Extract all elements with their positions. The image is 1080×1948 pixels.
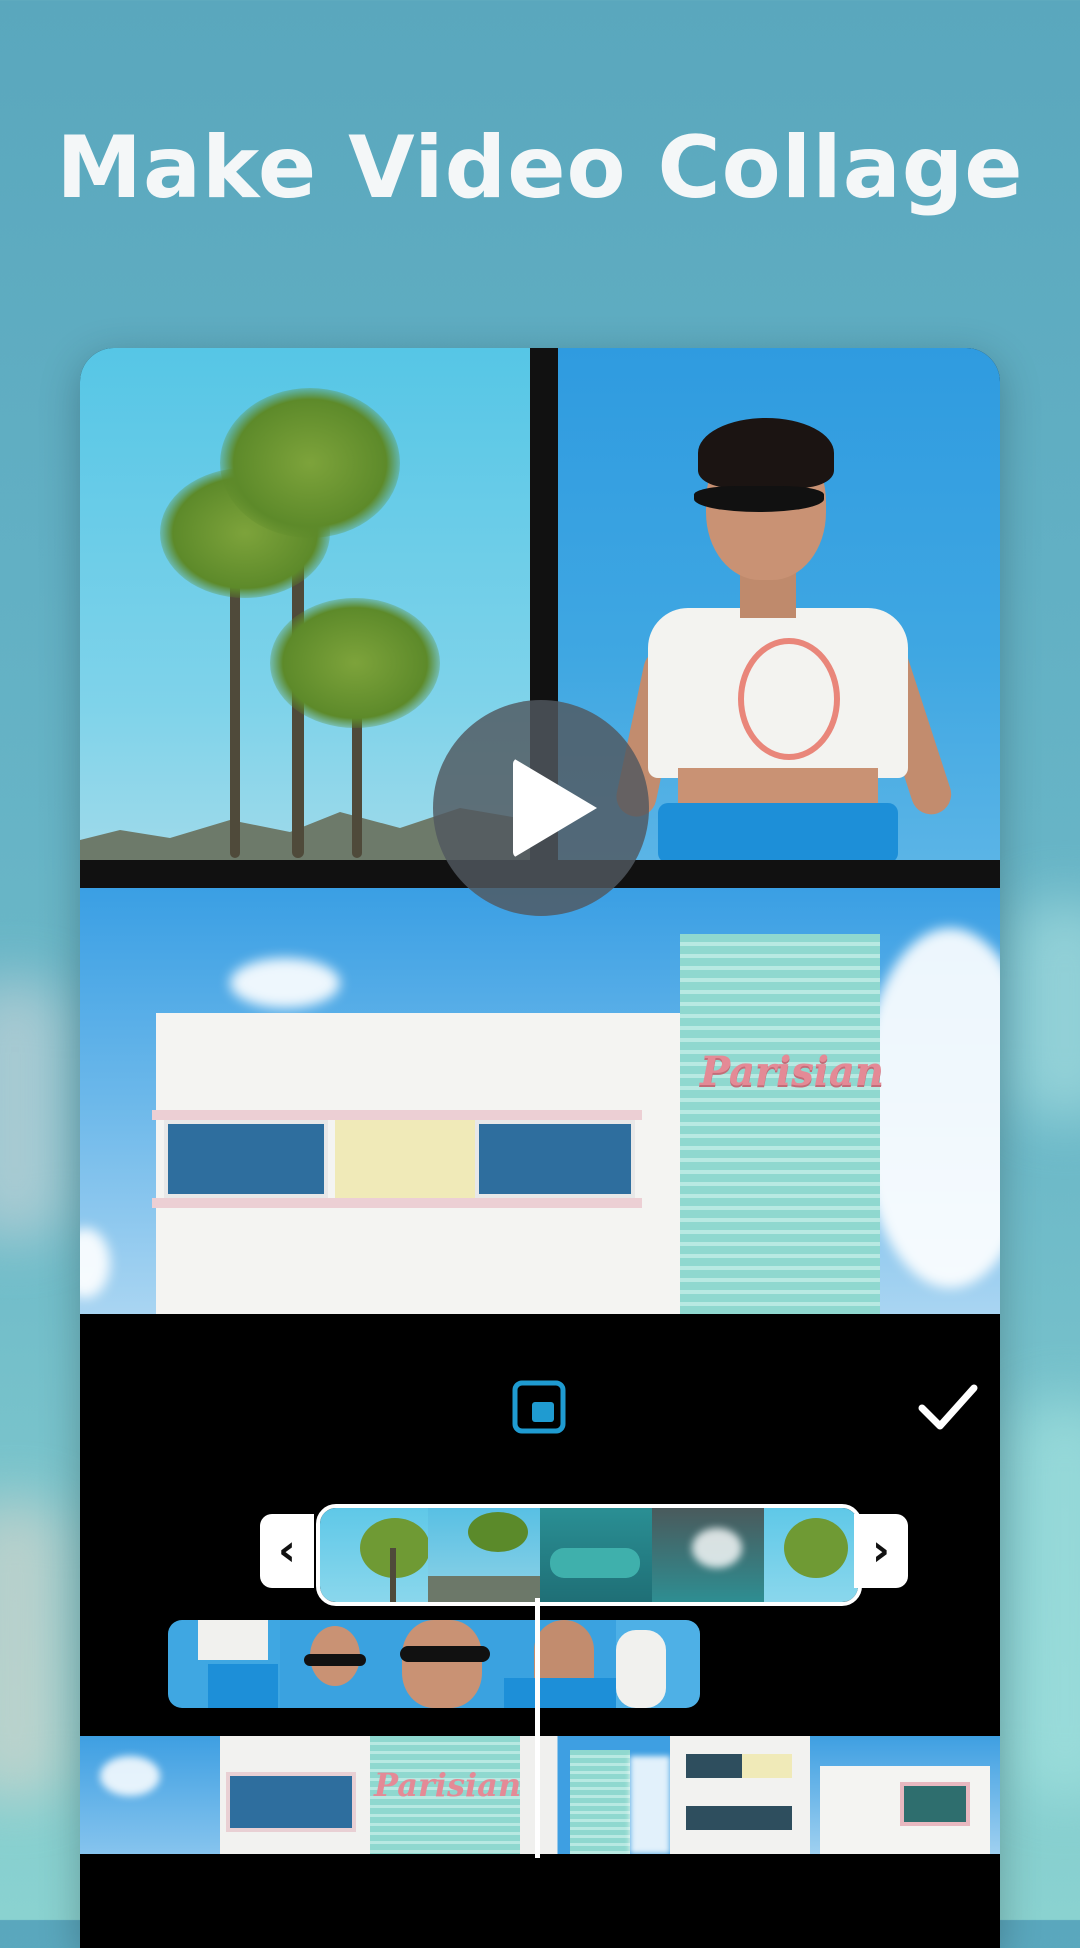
collage-cell-building[interactable]: Parisian xyxy=(80,888,1000,1314)
cloud xyxy=(630,1756,670,1854)
play-icon xyxy=(513,758,597,858)
clip-thumbnail xyxy=(220,1736,370,1854)
building-sign: Parisian xyxy=(374,1766,520,1804)
palm-fronds xyxy=(784,1518,848,1578)
building-tower xyxy=(680,934,880,1314)
clip-thumbnail xyxy=(764,1508,858,1602)
woman-hair xyxy=(698,418,834,488)
woman-midriff xyxy=(678,768,878,808)
trim-handle-right[interactable]: › xyxy=(854,1514,908,1588)
clip-thumbnail xyxy=(428,1508,540,1602)
building-panel xyxy=(742,1754,792,1778)
play-button[interactable] xyxy=(433,700,649,916)
building-ledge xyxy=(152,1198,642,1208)
chevron-right-icon: › xyxy=(871,1525,891,1576)
pants-graphic xyxy=(504,1678,616,1708)
checkmark-icon[interactable] xyxy=(918,1382,978,1432)
clip-thumbnail xyxy=(80,1736,220,1854)
headline: Make Video Collage xyxy=(56,118,1024,218)
clip-thumbnail xyxy=(168,1620,280,1708)
trim-handle-left[interactable]: ‹ xyxy=(260,1514,314,1588)
building-sign: Parisian xyxy=(700,1048,884,1095)
sunglasses xyxy=(400,1646,490,1662)
clip-thumbnail xyxy=(504,1620,616,1708)
light-flare xyxy=(692,1528,742,1568)
sunglasses xyxy=(304,1654,366,1666)
clip-thumbnail xyxy=(280,1620,392,1708)
clip-thumbnail xyxy=(670,1736,810,1854)
timeline-track-woman[interactable] xyxy=(168,1620,700,1708)
background-blur-right-bottom xyxy=(1010,1400,1080,1800)
building-ledge xyxy=(152,1110,642,1120)
shirt-graphic xyxy=(616,1630,666,1708)
car-graphic xyxy=(550,1548,640,1578)
timeline-track-selected[interactable] xyxy=(316,1504,862,1606)
palm-fronds xyxy=(468,1512,528,1552)
building-window xyxy=(900,1782,970,1826)
mountains-graphic xyxy=(428,1576,540,1602)
building-window xyxy=(686,1806,792,1830)
building-window xyxy=(164,1120,328,1198)
cloud xyxy=(100,1756,160,1796)
building-window xyxy=(686,1754,742,1778)
timeline-playhead[interactable] xyxy=(535,1598,540,1858)
face-graphic xyxy=(402,1620,482,1708)
shirt-graphic xyxy=(198,1620,268,1660)
background-blur-left-bottom xyxy=(0,1500,70,1800)
building-panel xyxy=(335,1120,475,1198)
clip-thumbnail xyxy=(520,1736,670,1854)
cloud xyxy=(230,958,340,1008)
shirt-print xyxy=(738,638,840,760)
woman-pants xyxy=(658,803,898,860)
clip-thumbnail xyxy=(392,1620,504,1708)
background-blur-left-top xyxy=(0,980,70,1240)
clip-thumbnail xyxy=(320,1508,428,1602)
pants-graphic xyxy=(208,1664,278,1708)
palm-trunk xyxy=(390,1548,396,1602)
cloud xyxy=(860,928,1000,1288)
building-window xyxy=(475,1120,635,1198)
clip-thumbnail xyxy=(616,1620,700,1708)
timeline-track-building[interactable]: Parisian xyxy=(80,1736,1000,1854)
editor-screen: Parisian ‹ › Parisian xyxy=(80,348,1000,1948)
clip-thumbnail xyxy=(540,1508,652,1602)
sunglasses xyxy=(694,486,824,512)
building-window xyxy=(226,1772,356,1832)
palm-fronds xyxy=(220,388,400,538)
chevron-left-icon: ‹ xyxy=(277,1525,297,1576)
cloud xyxy=(80,1228,110,1298)
building-tower xyxy=(570,1750,630,1854)
clip-thumbnail xyxy=(810,1736,1000,1854)
picture-in-picture-icon[interactable] xyxy=(512,1380,566,1434)
clip-thumbnail: Parisian xyxy=(370,1736,520,1854)
background-blur-right-top xyxy=(1010,900,1080,1120)
palm-fronds xyxy=(270,598,440,728)
clip-thumbnail xyxy=(652,1508,764,1602)
